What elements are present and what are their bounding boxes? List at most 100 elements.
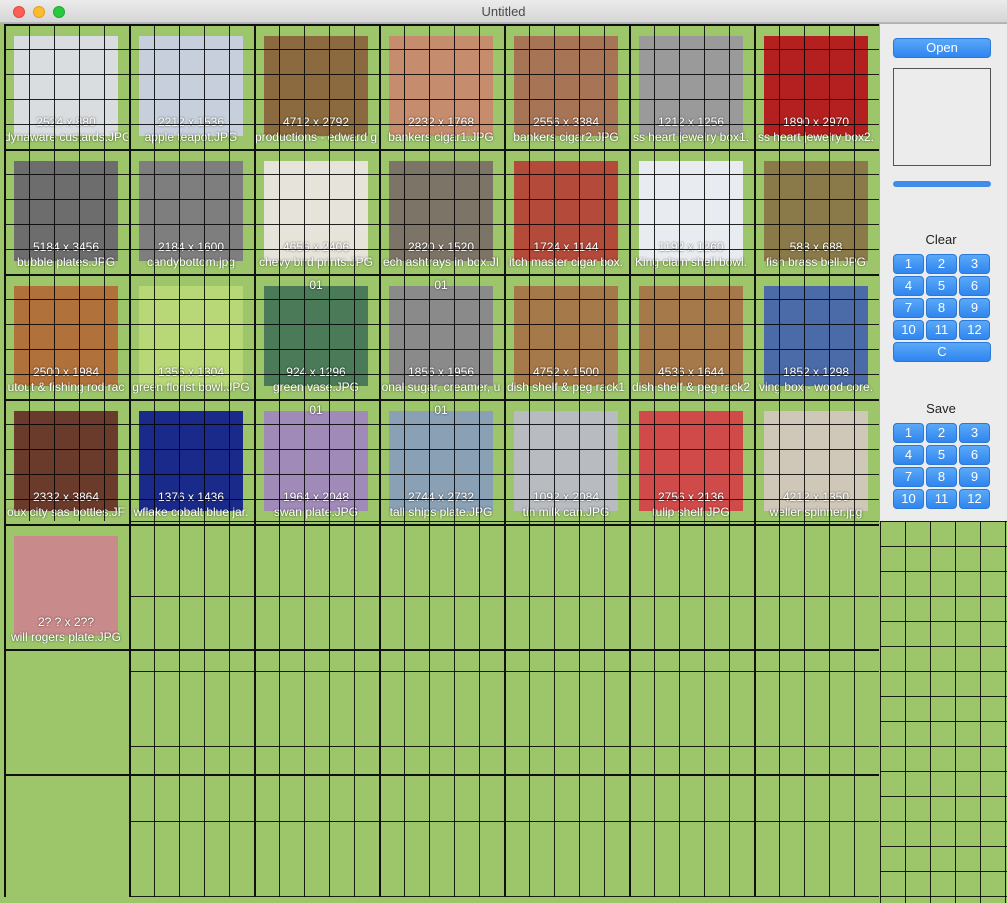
image-dimensions: 924 x 1296 [286,365,346,379]
save-slot-9-button[interactable]: 9 [959,467,990,487]
image-dimensions: 2744 x 2732 [407,490,475,504]
image-cell[interactable]: 4536 x 1644 dish shelf & peg rack2 [629,274,753,398]
image-cell[interactable]: 1890 x 2970 ss heart jewelry box2. [754,24,878,148]
image-cell[interactable]: 1852 x 1298 ving box - wood core. [754,274,878,398]
image-cell[interactable]: 01 1964 x 2048 swan plate.JPG [254,399,378,523]
clear-slot-6-button[interactable]: 6 [959,276,990,296]
image-cell[interactable]: 4712 x 2792 productions - edward g [254,24,378,148]
save-slot-7-button[interactable]: 7 [893,467,924,487]
image-cell[interactable]: 1724 x 1144 itch master cigar box. [504,149,628,273]
image-dimensions: 2? ? x 2?? [37,615,95,629]
image-filename: ss heart jewelry box2. [757,130,875,144]
image-cell[interactable]: 2756 x 2136 tulip shelf.JPG [629,399,753,523]
save-slot-3-button[interactable]: 3 [959,423,990,443]
image-filename: productions - edward g [254,130,378,144]
image-filename: dish shelf & peg rack2 [631,380,751,394]
image-dimensions: 5184 x 3456 [32,240,100,254]
image-dimensions: 2500 x 1984 [32,365,100,379]
open-button[interactable]: Open [893,38,991,58]
clear-slot-c-button[interactable]: C [893,342,991,362]
image-cell[interactable]: 4752 x 1500 dish shelf & peg rack1 [504,274,628,398]
image-dimensions: 2184 x 1600 [157,240,225,254]
save-slot-4-button[interactable]: 4 [893,445,924,465]
image-filename: utout & fishing rod rac [7,380,125,394]
image-cell[interactable]: 2556 x 3384 bankers cigar2.JPG [504,24,628,148]
image-dimensions: 2212 x 1536 [157,115,225,129]
slot-tag: 01 [309,278,323,292]
image-filename: itch master cigar box. [508,255,624,269]
image-filename: chevy bird prints.JPG [258,255,374,269]
image-cell[interactable]: 1192 x 1260 King clam shell bowl. [629,149,753,273]
save-slot-8-button[interactable]: 8 [926,467,957,487]
clear-slot-1-button[interactable]: 1 [893,254,924,274]
image-dimensions: 1192 x 1260 [658,240,724,254]
image-cell[interactable]: 2820 x 1520 ech ashtrays in box.JI [379,149,503,273]
image-filename: weller spinner.jpg [769,505,863,519]
image-filename: onal sugar, creamer, u [381,380,501,394]
image-dimensions: 2756 x 2136 [657,490,725,504]
clear-slot-9-button[interactable]: 9 [959,298,990,318]
image-dimensions: 1376 x 1436 [157,490,225,504]
image-dimensions: 588 x 688 [789,240,843,254]
image-filename: bubble plates.JPG [16,255,116,269]
save-slot-5-button[interactable]: 5 [926,445,957,465]
image-cell[interactable]: 2212 x 1536 apple teapot.JPG [129,24,253,148]
save-slot-1-button[interactable]: 1 [893,423,924,443]
clear-label: Clear [925,232,957,247]
image-cell[interactable]: 2184 x 1600 candybottom.jpg [129,149,253,273]
clear-slot-7-button[interactable]: 7 [893,298,924,318]
image-cell[interactable]: 2524 x 880 dynaware custards.JPG [4,24,128,148]
image-cell[interactable]: 2332 x 3864 oux city sas bottles.JF [4,399,128,523]
image-cell[interactable]: 4212 x 1350 weller spinner.jpg [754,399,878,523]
save-slot-6-button[interactable]: 6 [959,445,990,465]
image-filename: swan plate.JPG [273,505,359,519]
save-slot-12-button[interactable]: 12 [959,489,990,509]
image-cell[interactable]: 2500 x 1984 utout & fishing rod rac [4,274,128,398]
image-cell[interactable]: 01 1856 x 1956 onal sugar, creamer, u [379,274,503,398]
clear-slot-11-button[interactable]: 11 [926,320,957,340]
clear-slot-12-button[interactable]: 12 [959,320,990,340]
image-dimensions: 1724 x 1144 [533,240,599,254]
image-cell[interactable]: 01 2744 x 2732 tall ships plate.JPG [379,399,503,523]
clear-slot-8-button[interactable]: 8 [926,298,957,318]
image-cell[interactable]: 1356 x 1304 green florist bowl.JPG [129,274,253,398]
image-dimensions: 4752 x 1500 [532,365,600,379]
clear-slot-4-button[interactable]: 4 [893,276,924,296]
image-filename: ving box - wood core. [758,380,874,394]
image-filename: dish shelf & peg rack1 [506,380,626,394]
image-cell[interactable]: 1212 x 1256 ss heart jewelry box1. [629,24,753,148]
clear-slot-5-button[interactable]: 5 [926,276,957,296]
clear-slot-2-button[interactable]: 2 [926,254,957,274]
image-filename: ss heart jewelry box1. [632,130,750,144]
image-dimensions: 2232 x 1768 [407,115,475,129]
image-filename: dynaware custards.JPG [4,130,128,144]
image-dimensions: 4212 x 1350 [782,490,850,504]
image-dimensions: 4656 x 2406 [282,240,350,254]
image-filename: King clam shell bowl. [634,255,748,269]
clear-slot-10-button[interactable]: 10 [893,320,924,340]
image-cell[interactable]: 2232 x 1768 bankers cigar1.JPG [379,24,503,148]
image-cell[interactable]: 01 924 x 1296 green vase.JPG [254,274,378,398]
image-dimensions: 1890 x 2970 [782,115,850,129]
image-cell[interactable]: 1092 x 2084 tin milk can.JPG [504,399,628,523]
image-filename: will rogers plate.JPG [10,630,122,644]
save-slot-10-button[interactable]: 10 [893,489,924,509]
image-cell[interactable]: 2? ? x 2?? will rogers plate.JPG [4,524,128,648]
image-dimensions: 2524 x 880 [36,115,96,129]
image-dimensions: 2820 x 1520 [407,240,475,254]
image-cell[interactable]: 5184 x 3456 bubble plates.JPG [4,149,128,273]
clear-slot-3-button[interactable]: 3 [959,254,990,274]
image-filename: wflake cobalt blue jar. [133,505,249,519]
image-cell[interactable]: 588 x 688 fish brass bell.JPG [754,149,878,273]
image-dimensions: 1964 x 2048 [282,490,350,504]
image-grid[interactable]: 2524 x 880 dynaware custards.JPG 2212 x 15… [4,24,879,897]
image-cell[interactable]: 1376 x 1436 wflake cobalt blue jar. [129,399,253,523]
save-slot-2-button[interactable]: 2 [926,423,957,443]
image-dimensions: 1212 x 1256 [657,115,725,129]
save-slot-11-button[interactable]: 11 [926,489,957,509]
image-dimensions: 4712 x 2792 [282,115,350,129]
preview-box [893,68,991,166]
image-cell[interactable]: 4656 x 2406 chevy bird prints.JPG [254,149,378,273]
image-dimensions: 2332 x 3864 [32,490,100,504]
image-filename: oux city sas bottles.JF [6,505,126,519]
